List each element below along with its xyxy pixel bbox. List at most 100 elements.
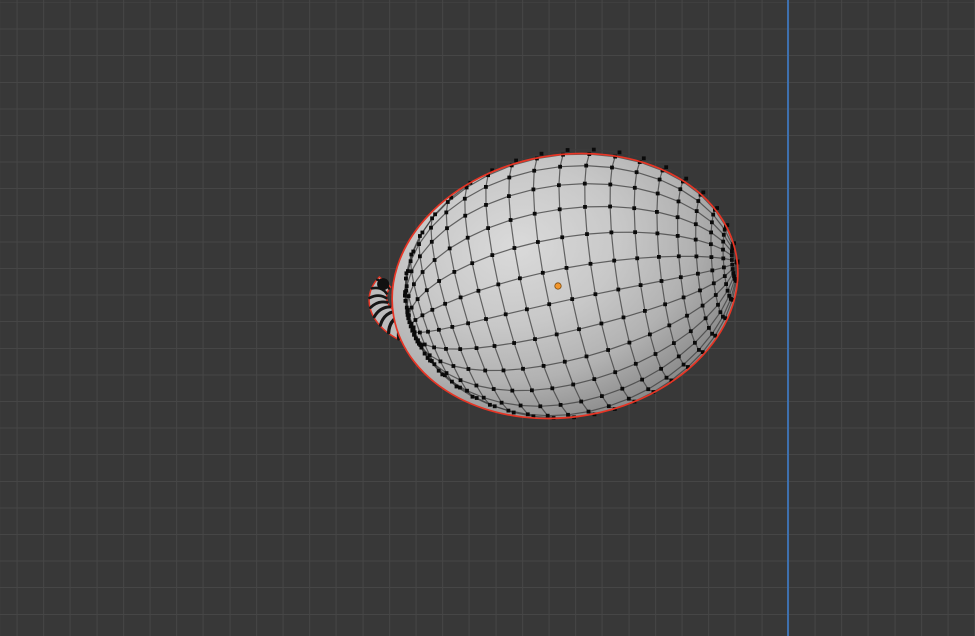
vertex (685, 313, 689, 318)
vertex (415, 297, 420, 301)
vertex (444, 210, 449, 215)
vertex (638, 283, 643, 287)
vertex (474, 346, 479, 350)
vertex (465, 388, 469, 393)
vertex (698, 288, 702, 293)
vertex (417, 242, 421, 246)
vertex (664, 165, 669, 170)
vertex (621, 315, 626, 320)
vertex (672, 341, 676, 345)
vertex (688, 329, 693, 334)
vertex (721, 239, 726, 244)
vertex (422, 342, 427, 347)
object-origin-dot[interactable] (554, 282, 562, 290)
vertex (458, 347, 463, 351)
vertex (657, 177, 662, 182)
vertex (530, 388, 534, 393)
vertex (514, 158, 518, 163)
vertex (620, 386, 625, 391)
vertex (470, 261, 475, 266)
vertex (416, 338, 420, 343)
viewport-3d[interactable] (0, 0, 975, 636)
vertex (725, 288, 730, 293)
vertex (684, 176, 689, 181)
vertex (606, 404, 611, 409)
vertex (486, 226, 490, 230)
vertex (492, 404, 497, 409)
vertex (612, 258, 617, 263)
vertex (418, 254, 422, 259)
vertex (413, 318, 418, 322)
vertex (565, 148, 570, 152)
vertex (488, 402, 492, 407)
vertex (518, 276, 522, 281)
vertex (538, 404, 543, 409)
vertex (492, 344, 497, 348)
vertex (703, 316, 708, 321)
vertex (591, 147, 596, 152)
vertex (443, 301, 447, 306)
vertex (422, 351, 427, 356)
vertex (694, 254, 699, 259)
vertex (429, 225, 433, 230)
vertex (640, 377, 644, 382)
vertex (730, 267, 735, 271)
vertex (444, 371, 449, 375)
vertex (609, 230, 614, 235)
vertex (547, 302, 552, 307)
vertex (536, 240, 540, 244)
vertex (655, 231, 660, 236)
vertex (730, 249, 734, 254)
vertex (533, 337, 537, 341)
vertex (525, 412, 530, 417)
vertex (512, 246, 517, 250)
vertex (681, 362, 686, 367)
vertex (659, 279, 664, 283)
scene-canvas[interactable] (0, 0, 975, 636)
vertex (426, 329, 430, 334)
vertex (507, 175, 512, 180)
vertex (653, 352, 658, 356)
vertex (462, 196, 467, 201)
vertex (693, 340, 697, 345)
vertex (403, 290, 407, 294)
vertex (657, 255, 661, 259)
vertex (409, 252, 414, 257)
vertex (437, 279, 441, 283)
vertex (412, 282, 416, 287)
vertex (696, 199, 701, 203)
vertex (463, 213, 468, 218)
vertex (419, 345, 424, 350)
vertex (406, 294, 411, 298)
vertex (632, 185, 637, 190)
vertex (491, 387, 496, 391)
vertex (566, 412, 570, 417)
vertex (466, 367, 471, 371)
vertex (582, 181, 587, 186)
vertex (592, 377, 597, 381)
vertex (562, 359, 567, 364)
vertex (525, 307, 529, 312)
vertex (675, 234, 680, 238)
vertex (404, 305, 409, 310)
vertex (646, 387, 651, 392)
vertex (585, 232, 589, 236)
vertex (599, 321, 604, 326)
vertex (655, 210, 659, 214)
vertex (641, 156, 646, 161)
vertex (608, 204, 612, 209)
vertex (430, 307, 435, 312)
vertex (418, 330, 422, 335)
vertex (697, 348, 701, 352)
mesh-object[interactable] (371, 127, 759, 445)
vertex (444, 347, 448, 351)
vertex (458, 385, 462, 390)
vertex (465, 235, 470, 240)
vertex (635, 256, 640, 261)
vertex (600, 394, 604, 398)
vertex (484, 203, 488, 207)
vertex (588, 261, 593, 266)
vertex (617, 150, 622, 155)
vertex (610, 165, 614, 170)
vertex (451, 364, 456, 368)
